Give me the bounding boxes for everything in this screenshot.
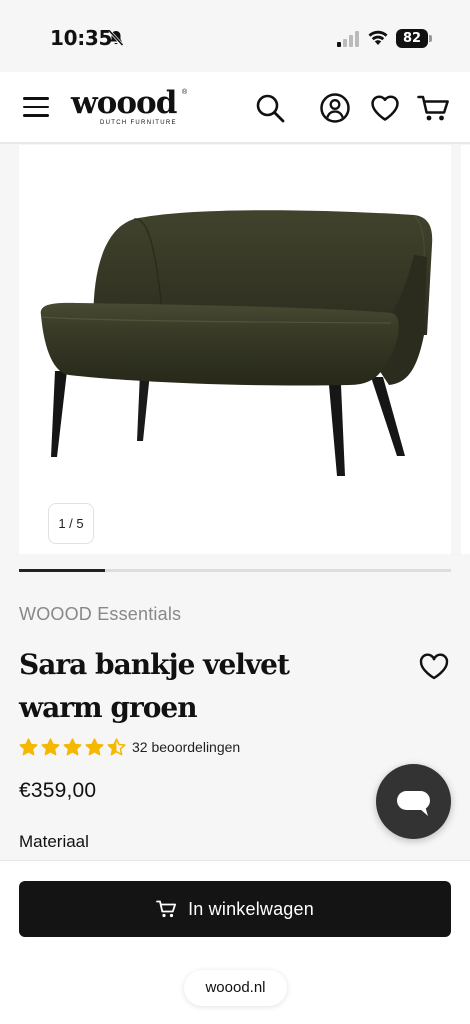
registered-mark: ® — [182, 89, 188, 96]
product-brand[interactable]: WOOOD Essentials — [19, 604, 181, 625]
star-icon — [107, 737, 126, 755]
add-to-cart-label: In winkelwagen — [188, 898, 314, 919]
reviews-count[interactable]: 32 beoordelingen — [132, 739, 240, 755]
status-time: 10:35 — [50, 26, 113, 50]
star-icon — [85, 737, 104, 755]
product-price: €359,00 — [19, 779, 97, 802]
gallery-progress-fill — [19, 569, 106, 572]
browser-url-pill[interactable]: woood.nl — [184, 970, 287, 1006]
material-section-label[interactable]: Materiaal — [19, 832, 89, 852]
rating-stars — [19, 737, 129, 757]
chat-icon — [397, 791, 430, 816]
bottom-bar: In winkelwagen woood.nl — [0, 860, 470, 1024]
star-icon — [19, 737, 38, 755]
product-gallery[interactable]: 1 / 5 — [0, 145, 470, 557]
product-title: Sara bankje velvet warm groen — [19, 648, 290, 724]
battery-indicator: 82 — [396, 29, 432, 48]
logo-subtitle: DUTCH FURNITURE — [100, 120, 177, 126]
status-bar: 10:35 82 — [0, 0, 470, 72]
gallery-progress — [19, 569, 451, 572]
add-to-cart-button[interactable]: In winkelwagen — [19, 881, 451, 937]
chat-button[interactable] — [376, 764, 451, 839]
wishlist-heart-icon[interactable] — [418, 651, 450, 681]
cart-icon[interactable] — [417, 92, 451, 124]
image-counter: 1 / 5 — [48, 503, 94, 544]
product-image — [40, 210, 433, 476]
gallery-next-slide-peek[interactable] — [461, 145, 470, 554]
hamburger-icon[interactable] — [23, 97, 49, 119]
cart-icon — [156, 900, 177, 918]
heart-icon[interactable] — [369, 92, 401, 124]
star-icon — [63, 737, 82, 755]
gallery-slide[interactable]: 1 / 5 — [19, 145, 451, 554]
star-icon — [41, 737, 60, 755]
search-icon[interactable] — [254, 92, 286, 124]
account-icon[interactable] — [319, 92, 351, 124]
woood-logo[interactable]: woood DUTCH FURNITURE ® — [71, 88, 191, 128]
signal-icon — [337, 31, 359, 47]
bell-muted-icon — [108, 29, 124, 47]
wifi-icon — [368, 30, 388, 45]
site-header: woood DUTCH FURNITURE ® — [0, 72, 470, 144]
product-rating[interactable]: 32 beoordelingen — [19, 736, 240, 758]
logo-wordmark: woood — [71, 85, 177, 121]
